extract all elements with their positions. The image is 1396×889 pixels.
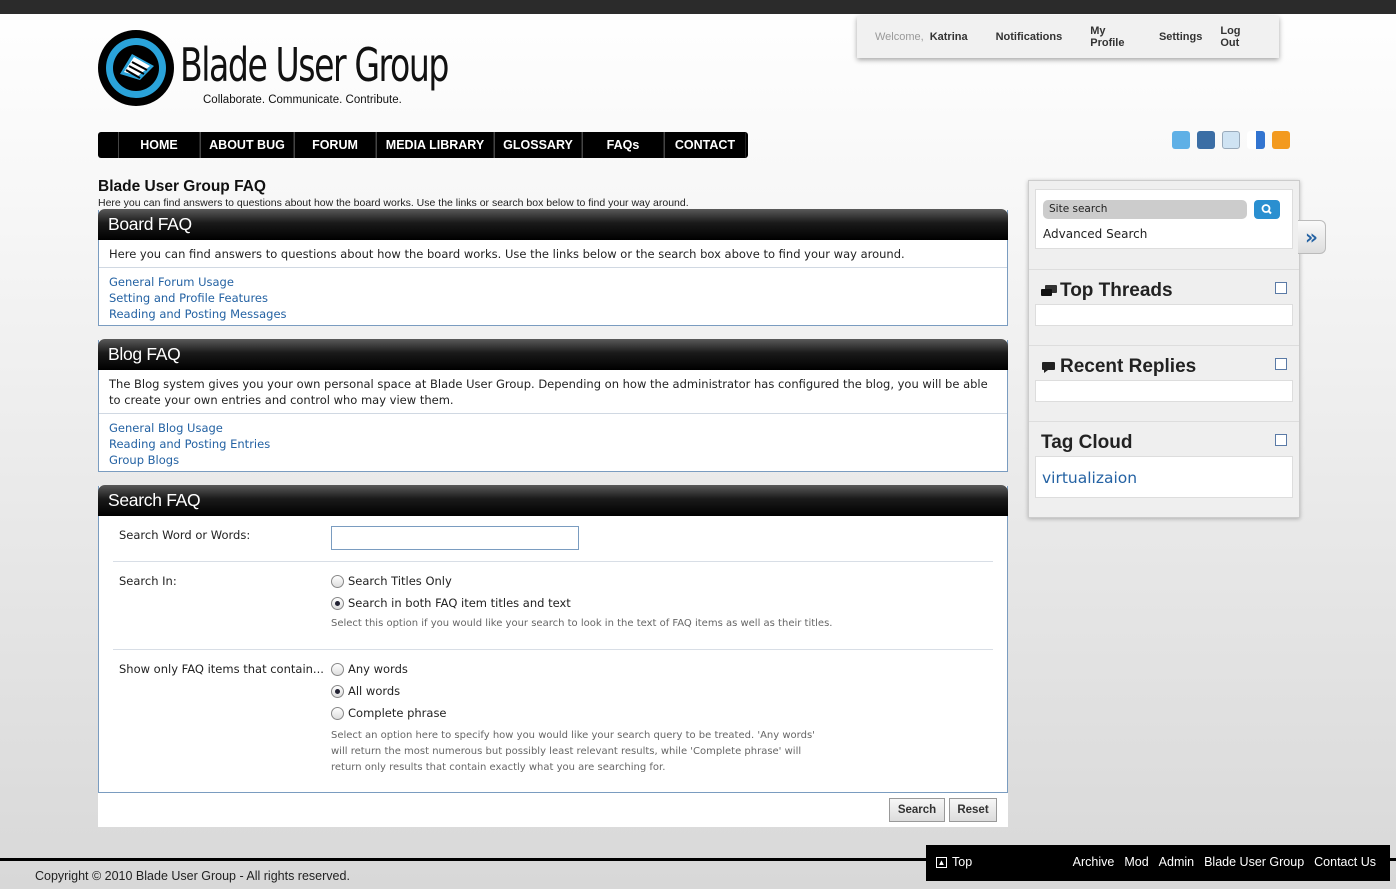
reply-icon [1042, 361, 1055, 373]
recent-replies-list [1035, 380, 1293, 402]
sidebar: Site search Advanced Search Top Threads … [1028, 180, 1300, 518]
faq-link[interactable]: Setting and Profile Features [109, 290, 997, 306]
board-faq-block: Board FAQ Here you can find answers to q… [98, 209, 1008, 326]
footer-link-mod[interactable]: Mod [1124, 855, 1148, 869]
top-threads-list [1035, 304, 1293, 326]
block-intro: Here you can find answers to questions a… [99, 240, 1007, 268]
log-out-link[interactable]: Log Out [1220, 25, 1261, 49]
notifications-link[interactable]: Notifications [996, 31, 1063, 43]
arrow-up-icon: ▲ [936, 856, 947, 868]
blog-faq-block: Blog FAQ The Blog system gives you your … [98, 339, 1008, 472]
tag-link[interactable]: virtualizaion [1042, 469, 1137, 487]
site-tagline: Collaborate. Communicate. Contribute. [203, 94, 402, 106]
nav-home[interactable]: HOME [118, 132, 200, 158]
page-description: Here you can find answers to questions a… [98, 197, 689, 209]
match-type-label: Show only FAQ items that contain... [119, 662, 324, 676]
site-logo[interactable]: Blade User Group Collaborate. Communicat… [98, 28, 458, 110]
faq-link[interactable]: Group Blogs [109, 452, 997, 468]
all-words-option[interactable]: All words [331, 680, 831, 702]
search-words-input[interactable] [331, 526, 579, 550]
match-type-hint: Select an option here to specify how you… [331, 730, 815, 773]
my-profile-link[interactable]: My Profile [1090, 25, 1141, 49]
settings-link[interactable]: Settings [1159, 31, 1202, 43]
site-search-box: Site search Advanced Search [1035, 189, 1293, 249]
main-nav: HOME ABOUT BUG FORUM MEDIA LIBRARY GLOSS… [98, 132, 748, 158]
back-to-top-link[interactable]: ▲ Top [936, 855, 972, 869]
form-button-bar: Search Reset [98, 793, 1008, 827]
digg-icon[interactable] [1197, 131, 1215, 149]
radio-button[interactable] [331, 706, 344, 720]
social-icons [1172, 131, 1290, 149]
rss-icon[interactable] [1272, 131, 1290, 149]
search-button[interactable]: Search [889, 798, 945, 822]
site-name: Blade User Group [180, 38, 449, 92]
block-title: Board FAQ [98, 209, 1008, 240]
footer-link-archive[interactable]: Archive [1073, 855, 1115, 869]
faq-link[interactable]: Reading and Posting Entries [109, 436, 997, 452]
radio-button[interactable] [331, 662, 344, 676]
nav-contact[interactable]: CONTACT [664, 132, 746, 158]
search-in-hint: Select this option if you would like you… [331, 618, 833, 629]
reset-button[interactable]: Reset [949, 798, 997, 822]
radio-button[interactable] [331, 596, 344, 610]
reddit-icon[interactable] [1222, 131, 1240, 149]
page-title: Blade User Group FAQ [98, 178, 266, 195]
site-search-input[interactable]: Site search [1043, 200, 1247, 219]
top-strip [0, 0, 1396, 14]
nav-about-bug[interactable]: ABOUT BUG [200, 132, 294, 158]
any-words-option[interactable]: Any words [331, 658, 831, 680]
tag-cloud-title: Tag Cloud [1041, 432, 1133, 453]
collapse-icon[interactable] [1275, 434, 1287, 446]
complete-phrase-option[interactable]: Complete phrase [331, 702, 831, 724]
search-faq-block: Search FAQ Search Word or Words: Search … [98, 485, 1008, 793]
copyright-text: Copyright © 2010 Blade User Group - All … [35, 869, 350, 883]
recent-replies-section: Recent Replies [1029, 345, 1299, 421]
tag-cloud-section: Tag Cloud virtualizaion [1029, 421, 1299, 517]
footer-link-admin[interactable]: Admin [1159, 855, 1194, 869]
search-in-label: Search In: [119, 574, 177, 588]
footer-link-contact[interactable]: Contact Us [1314, 855, 1376, 869]
recent-replies-title: Recent Replies [1060, 356, 1197, 377]
footer-link-home[interactable]: Blade User Group [1204, 855, 1304, 869]
welcome-text: Welcome, [875, 31, 924, 43]
logo-emblem-icon [98, 30, 174, 106]
nav-glossary[interactable]: GLOSSARY [494, 132, 582, 158]
collapse-icon[interactable] [1275, 282, 1287, 294]
username-link[interactable]: Katrina [930, 31, 968, 43]
twitter-icon[interactable] [1172, 131, 1190, 149]
threads-icon [1041, 284, 1057, 296]
nav-forum[interactable]: FORUM [294, 132, 376, 158]
sidebar-toggle-icon[interactable]: » [1298, 220, 1326, 254]
faq-link[interactable]: General Blog Usage [109, 420, 997, 436]
faq-link[interactable]: General Forum Usage [109, 274, 997, 290]
nav-faqs[interactable]: FAQs [582, 132, 664, 158]
radio-button[interactable] [331, 574, 344, 588]
nav-media-library[interactable]: MEDIA LIBRARY [376, 132, 494, 158]
radio-button[interactable] [331, 684, 344, 698]
user-panel: Welcome, Katrina Notifications My Profil… [857, 16, 1279, 58]
faq-link[interactable]: Reading and Posting Messages [109, 306, 997, 322]
search-titles-and-text-option[interactable]: Search in both FAQ item titles and text [331, 592, 851, 614]
search-words-label: Search Word or Words: [119, 528, 251, 542]
footer-bar: ▲ Top Archive Mod Admin Blade User Group… [926, 845, 1390, 881]
delicious-icon[interactable] [1247, 131, 1265, 149]
block-intro: The Blog system gives you your own perso… [99, 370, 1007, 414]
block-title: Blog FAQ [98, 339, 1008, 370]
search-titles-only-option[interactable]: Search Titles Only [331, 570, 851, 592]
top-threads-title: Top Threads [1060, 280, 1173, 301]
tag-cloud-box: virtualizaion [1035, 456, 1293, 498]
block-title: Search FAQ [98, 485, 1008, 516]
search-icon[interactable] [1254, 200, 1280, 219]
advanced-search-link[interactable]: Advanced Search [1043, 227, 1147, 241]
top-threads-section: Top Threads [1029, 269, 1299, 345]
collapse-icon[interactable] [1275, 358, 1287, 370]
